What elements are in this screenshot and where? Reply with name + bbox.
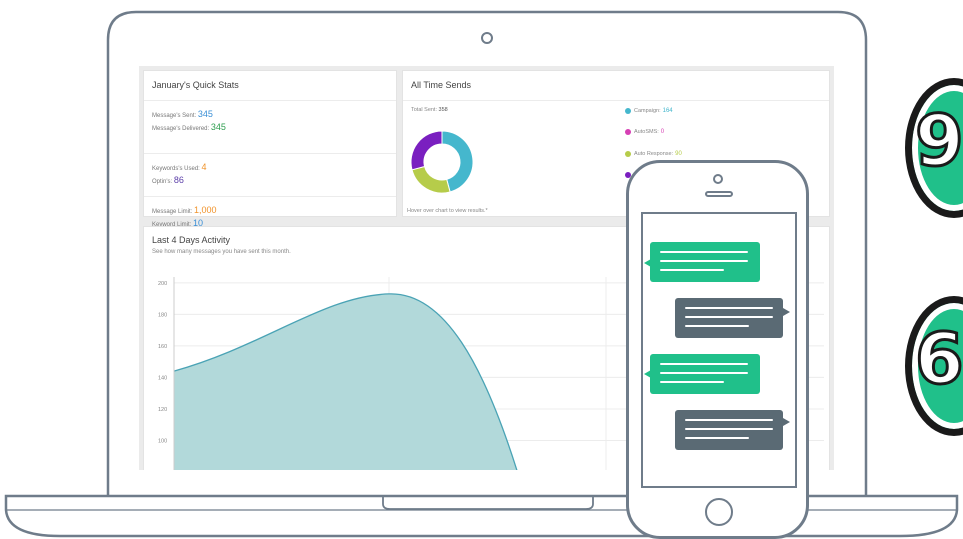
keywords-used-value: 4 [201,162,207,172]
all-time-title: All Time Sends [403,71,829,101]
quick-stats-title: January's Quick Stats [144,71,396,101]
incoming-message-bubble [650,242,760,282]
total-sent-value: 358 [438,107,448,113]
legend-campaign-label: Campaign: [634,108,661,114]
legend-campaign: Campaign: 164 [625,108,673,114]
total-sent: Total Sent: 358 [411,107,448,113]
legend-auto-response: Auto Response: 90 [625,151,682,157]
phone-speaker-icon [705,191,733,197]
optins-value: 86 [173,175,184,185]
y-tick-label: 180 [158,312,167,318]
legend-campaign-value: 164 [662,108,673,114]
hover-hint: Hover over chart to view results.* [407,208,488,214]
legend-dot-icon [625,108,631,114]
donut-slice-1[interactable] [411,165,451,194]
total-sent-label: Total Sent: [411,107,437,113]
legend-autosms-label: AutoSMS: [634,129,659,135]
y-tick-label: 120 [158,407,167,413]
message-limit-label: Message Limit: [152,209,193,215]
legend-autosms: AutoSMS: 0 [625,129,664,135]
messages-delivered-value: 345 [210,122,226,132]
optins-label: Optin's: [152,179,173,185]
donut-chart[interactable] [409,129,475,195]
y-tick-label: 200 [158,281,167,287]
activity-title: Last 4 Days Activity [152,235,231,245]
messages-sent-label: Message's Sent: [152,113,197,119]
phone-home-button[interactable] [705,498,733,526]
area-fill [174,293,517,470]
legend-dot-icon [625,151,631,157]
donut-slice-2[interactable] [410,130,443,171]
keywords-stats: Keywords's Used: 4 Optin's: 86 [144,154,396,197]
outgoing-message-bubble [675,298,783,338]
legend-dot-icon [625,129,631,135]
y-tick-label: 100 [158,438,167,444]
y-tick-label: 160 [158,344,167,350]
badge-top-text: 9 [914,99,963,184]
keywords-used-label: Keywords's Used: [152,166,200,172]
messages-sent-value: 345 [197,109,213,119]
message-limit-value: 1,000 [194,205,217,215]
badge-bottom-text: 6 [914,317,963,402]
outgoing-message-bubble [675,410,783,450]
activity-subtitle: See how many messages you have sent this… [152,249,291,255]
legend-auto-response-value: 90 [675,151,682,157]
phone-camera-icon [713,174,723,184]
legend-auto-response-label: Auto Response: [634,151,674,157]
messages-delivered-label: Message's Delivered: [152,126,210,132]
legend-autosms-value: 0 [660,129,665,135]
messages-stats: Message's Sent: 345 Message's Delivered:… [144,101,396,154]
quick-stats-panel: January's Quick Stats Message's Sent: 34… [143,70,397,228]
y-tick-label: 140 [158,375,167,381]
incoming-message-bubble [650,354,760,394]
